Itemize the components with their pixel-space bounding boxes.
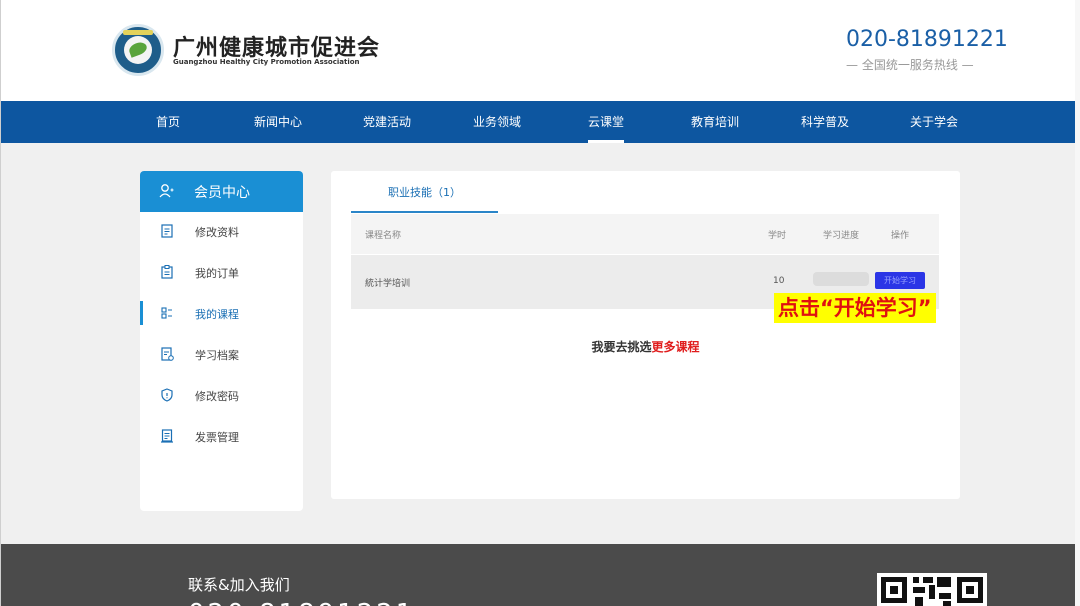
hotline-label: — 全国统一服务热线 — [846,58,974,72]
nav-item-science[interactable]: 科学普及 [801,101,849,143]
nav-item-business[interactable]: 业务领域 [473,101,521,143]
nav-item-cloud-class[interactable]: 云课堂 [588,101,625,143]
sidebar-item-my-courses[interactable]: 我的课程 [140,301,303,325]
course-hours: 10 [773,276,785,286]
site-header: 广州健康城市促进会 Guangzhou Healthy City Promoti… [1,0,1075,101]
qr-code-icon [877,573,987,606]
user-icon [159,184,174,198]
sidebar-item-change-password[interactable]: 修改密码 [140,383,303,407]
nav-item-about[interactable]: 关于学会 [910,101,958,143]
column-header-hours: 学时 [768,231,787,241]
sidebar-item-label: 修改资料 [195,226,239,239]
order-icon [161,265,173,279]
sidebar-item-invoices[interactable]: 发票管理 [140,424,303,448]
column-header-progress: 学习进度 [823,231,860,241]
course-icon [161,307,172,319]
edit-doc-icon [161,224,173,238]
course-table-header: 课程名称 学时 学习进度 操作 [351,214,939,254]
sidebar-item-label: 学习档案 [195,349,239,362]
nav-item-education[interactable]: 教育培训 [691,101,739,143]
nav-item-party[interactable]: 党建活动 [363,101,411,143]
sidebar-item-label: 我的课程 [195,308,239,321]
org-logo-icon[interactable] [112,24,164,76]
sidebar-title: 会员中心 [194,185,250,201]
sidebar-item-label: 发票管理 [195,431,239,444]
more-courses-prefix: 我要去挑选 [591,340,652,354]
more-courses-link[interactable]: 更多课程 [652,340,700,354]
more-courses-line: 我要去挑选更多课程 [331,338,960,355]
nav-item-home[interactable]: 首页 [156,101,180,143]
course-name: 統计学培训 [365,279,411,289]
page-edge [1075,0,1080,606]
site-footer: 联系&加入我们 020-81891221 [1,544,1075,606]
sidebar-item-label: 修改密码 [195,390,239,403]
nav-item-news[interactable]: 新闻中心 [254,101,302,143]
member-sidebar: 会员中心 修改资料 我的订单 我的课程 学习档案 修改密码 发票管理 [140,171,303,511]
progress-bar [813,272,869,286]
hotline-number: 020-81891221 [846,27,1008,52]
column-header-action: 操作 [891,231,910,241]
shield-icon [161,388,173,402]
invoice-icon [161,429,173,443]
sidebar-header: 会员中心 [140,171,303,212]
tab-vocational-skills[interactable]: 职业技能（1） [351,171,498,213]
sidebar-item-label: 我的订单 [195,267,239,280]
contact-label: 联系&加入我们 [188,576,290,594]
sidebar-item-study-archive[interactable]: 学习档案 [140,342,303,366]
course-panel: 职业技能（1） 课程名称 学时 学习进度 操作 統计学培训 10 开始学习 我要… [331,171,960,499]
footer-phone: 020-81891221 [188,599,423,606]
start-learning-button[interactable]: 开始学习 [875,272,925,289]
column-header-course-name: 课程名称 [365,231,402,241]
sidebar-item-orders[interactable]: 我的订单 [140,260,303,284]
instruction-callout: 点击“开始学习” [774,293,936,323]
tab-label: 职业技能（1） [388,186,461,199]
org-name-en: Guangzhou Healthy City Promotion Associa… [173,58,360,66]
sidebar-item-edit-profile[interactable]: 修改资料 [140,219,303,243]
main-nav: 首页 新闻中心 党建活动 业务领域 云课堂 教育培训 科学普及 关于学会 [1,101,1075,143]
archive-icon [161,347,174,361]
